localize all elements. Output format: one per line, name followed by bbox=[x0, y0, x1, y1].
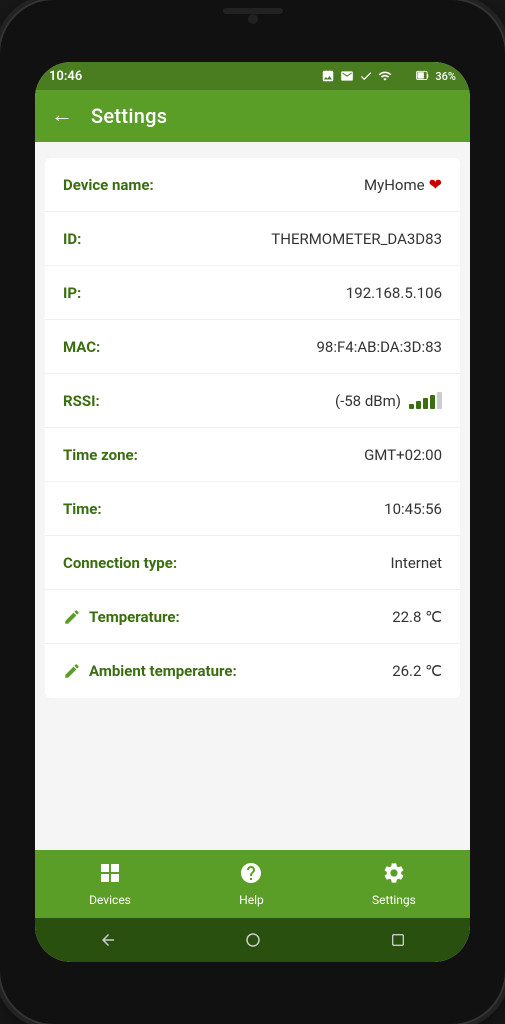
setting-label-text: Connection type: bbox=[63, 554, 177, 572]
setting-value: GMT+02:00 bbox=[364, 446, 442, 464]
setting-label: ID: bbox=[63, 230, 81, 248]
setting-value-text: 98:F4:AB:DA:3D:83 bbox=[317, 338, 443, 356]
setting-label: RSSI: bbox=[63, 392, 100, 410]
phone-screen: 10:46 36% ← Settin bbox=[35, 62, 470, 962]
setting-label: Time zone: bbox=[63, 446, 138, 464]
setting-value-text: 22.8 ℃ bbox=[392, 608, 442, 626]
bottom-nav: Devices Help Settings bbox=[35, 850, 470, 918]
setting-label: MAC: bbox=[63, 338, 100, 356]
setting-row[interactable]: Temperature: 22.8 ℃ bbox=[45, 590, 460, 644]
nav-label-settings: Settings bbox=[372, 893, 416, 907]
setting-row: MAC: 98:F4:AB:DA:3D:83 bbox=[45, 320, 460, 374]
nav-label-help: Help bbox=[239, 893, 264, 907]
setting-label-text: Time zone: bbox=[63, 446, 138, 464]
setting-value-text: Internet bbox=[391, 554, 442, 572]
setting-label-text: MAC: bbox=[63, 338, 100, 356]
rssi-text: (-58 dBm) bbox=[335, 392, 401, 410]
setting-value-text: MyHome bbox=[364, 176, 425, 194]
setting-row: ID: THERMOMETER_DA3D83 bbox=[45, 212, 460, 266]
setting-label-text: ID: bbox=[63, 230, 81, 248]
android-nav bbox=[35, 918, 470, 962]
setting-value: 26.2 ℃ bbox=[392, 662, 442, 680]
setting-row: Connection type: Internet bbox=[45, 536, 460, 590]
nav-item-devices[interactable]: Devices bbox=[69, 855, 151, 913]
header-title: Settings bbox=[91, 104, 167, 128]
pencil-icon bbox=[63, 608, 81, 626]
setting-row[interactable]: Ambient temperature: 26.2 ℃ bbox=[45, 644, 460, 698]
signal-bars bbox=[409, 392, 442, 409]
setting-label: Temperature: bbox=[63, 608, 180, 626]
setting-row: Time zone: GMT+02:00 bbox=[45, 428, 460, 482]
back-button[interactable]: ← bbox=[51, 105, 73, 127]
settings-icon bbox=[382, 861, 406, 890]
setting-label-text: Time: bbox=[63, 500, 102, 518]
setting-row: RSSI: (-58 dBm) bbox=[45, 374, 460, 428]
battery-percent: 36% bbox=[435, 70, 456, 83]
check-icon bbox=[359, 69, 373, 83]
setting-label: Connection type: bbox=[63, 554, 177, 572]
setting-label-text: Temperature: bbox=[89, 608, 180, 626]
speaker bbox=[223, 8, 283, 14]
setting-row: Time: 10:45:56 bbox=[45, 482, 460, 536]
setting-label-text: Ambient temperature: bbox=[89, 662, 237, 680]
camera bbox=[248, 14, 258, 24]
setting-value-text: 192.168.5.106 bbox=[346, 284, 442, 302]
status-icons: 36% bbox=[321, 69, 456, 83]
cell-signal-icon bbox=[397, 69, 411, 83]
phone-frame: 10:46 36% ← Settin bbox=[0, 0, 505, 1024]
setting-value: 22.8 ℃ bbox=[392, 608, 442, 626]
status-bar: 10:46 36% bbox=[35, 62, 470, 90]
back-nav-button[interactable] bbox=[94, 926, 122, 954]
devices-icon bbox=[98, 861, 122, 890]
setting-label: Time: bbox=[63, 500, 102, 518]
settings-card: Device name: MyHome❤ ID: THERMOMETER_DA3D83… bbox=[45, 158, 460, 698]
setting-label-text: IP: bbox=[63, 284, 81, 302]
setting-value-text: THERMOMETER_DA3D83 bbox=[271, 230, 442, 248]
setting-value: (-58 dBm) bbox=[335, 392, 442, 410]
status-time: 10:46 bbox=[49, 69, 82, 84]
nav-item-help[interactable]: Help bbox=[219, 855, 284, 913]
wifi-icon bbox=[378, 69, 392, 83]
help-icon bbox=[239, 861, 263, 890]
settings-content: Device name: MyHome❤ ID: THERMOMETER_DA3D83… bbox=[35, 142, 470, 850]
setting-value: Internet bbox=[391, 554, 442, 572]
setting-label: Ambient temperature: bbox=[63, 662, 237, 680]
setting-value: MyHome❤ bbox=[364, 175, 442, 194]
setting-row: IP: 192.168.5.106 bbox=[45, 266, 460, 320]
recents-nav-button[interactable] bbox=[384, 926, 412, 954]
heart-icon: ❤ bbox=[429, 175, 442, 194]
app-header: ← Settings bbox=[35, 90, 470, 142]
setting-label-text: RSSI: bbox=[63, 392, 100, 410]
setting-value: THERMOMETER_DA3D83 bbox=[271, 230, 442, 248]
setting-value: 10:45:56 bbox=[384, 500, 442, 518]
setting-value-text: GMT+02:00 bbox=[364, 446, 442, 464]
image-icon bbox=[321, 69, 335, 83]
nav-label-devices: Devices bbox=[89, 893, 131, 907]
setting-value-text: 26.2 ℃ bbox=[392, 662, 442, 680]
setting-label: IP: bbox=[63, 284, 81, 302]
pencil-icon bbox=[63, 662, 81, 680]
setting-row: Device name: MyHome❤ bbox=[45, 158, 460, 212]
setting-label-text: Device name: bbox=[63, 176, 154, 194]
home-nav-button[interactable] bbox=[239, 926, 267, 954]
setting-value: 192.168.5.106 bbox=[346, 284, 442, 302]
setting-value-text: 10:45:56 bbox=[384, 500, 442, 518]
mail-icon bbox=[340, 69, 354, 83]
nav-item-settings[interactable]: Settings bbox=[352, 855, 436, 913]
setting-value: 98:F4:AB:DA:3D:83 bbox=[317, 338, 443, 356]
battery-icon bbox=[416, 69, 430, 83]
setting-label: Device name: bbox=[63, 176, 154, 194]
